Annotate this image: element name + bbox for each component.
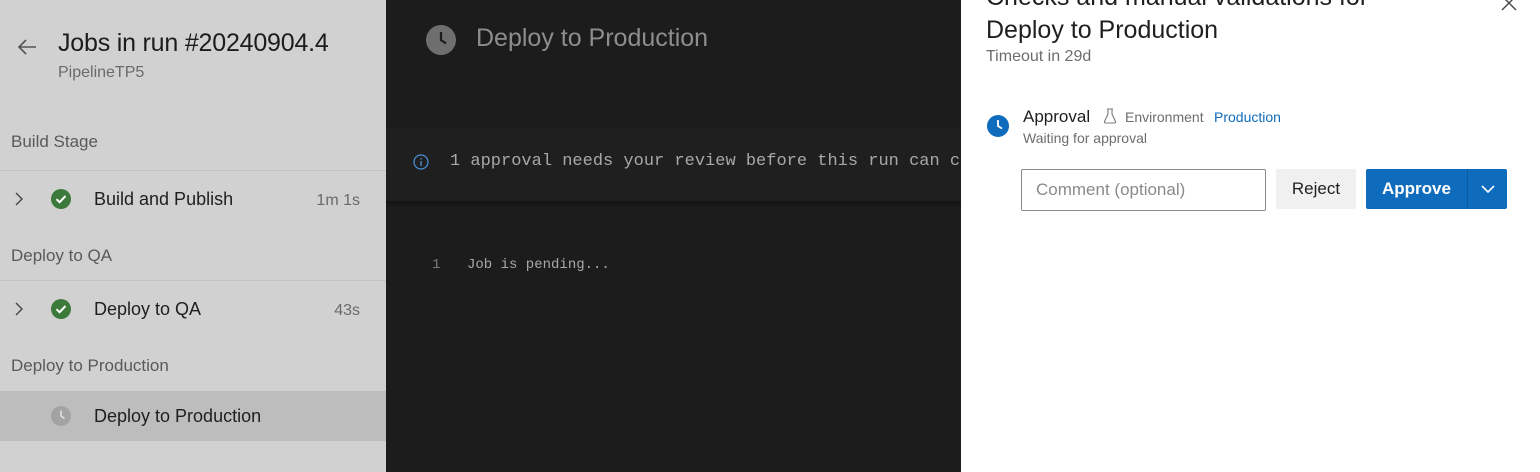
check-name: Approval [1023, 107, 1091, 126]
line-number: 1 [432, 257, 441, 273]
reject-button[interactable]: Reject [1276, 169, 1356, 209]
approval-banner-text: 1 approval needs your review before this… [450, 152, 961, 171]
job-row-deploy-to-production[interactable]: Deploy to Production [0, 391, 386, 441]
pending-clock-icon [51, 406, 71, 426]
job-row-deploy-to-qa[interactable]: Deploy to QA 43s [0, 281, 386, 340]
job-name: Build and Publish [94, 189, 234, 209]
environment-label: Environment [1125, 109, 1204, 125]
approval-banner: 1 approval needs your review before this… [386, 128, 961, 202]
chevron-right-icon[interactable] [12, 191, 26, 207]
comment-input[interactable] [1021, 169, 1266, 211]
job-name: Deploy to Production [94, 406, 262, 426]
chevron-right-icon[interactable] [12, 301, 26, 317]
log-view: Deploy to Production 1 approval needs yo… [386, 0, 961, 472]
success-check-icon [51, 299, 71, 319]
stage-header-qa: Deploy to QA [0, 230, 386, 281]
approval-panel: Checks and manual validations for Deploy… [961, 0, 1540, 472]
log-header: Deploy to Production [386, 0, 961, 128]
line-text: Job is pending... [467, 257, 610, 273]
run-title: Jobs in run #20240904.4 [58, 29, 329, 57]
log-title: Deploy to Production [476, 24, 709, 52]
timeout-text: Timeout in 29d [986, 48, 1092, 65]
job-duration: 1m 1s [316, 192, 360, 209]
job-row-build-and-publish[interactable]: Build and Publish 1m 1s [0, 171, 386, 230]
pipeline-name: PipelineTP5 [58, 64, 145, 81]
stage-header-build: Build Stage [0, 113, 386, 171]
chevron-down-icon [1481, 185, 1495, 194]
check-status: Waiting for approval [1023, 130, 1147, 146]
panel-title-line-2: Deploy to Production [986, 16, 1219, 44]
environment-link[interactable]: Production [1214, 109, 1281, 125]
back-arrow-icon[interactable] [16, 36, 38, 58]
approve-button[interactable]: Approve [1366, 169, 1467, 209]
job-name: Deploy to QA [94, 299, 202, 319]
environment-icon [1103, 108, 1117, 124]
info-icon [413, 154, 429, 170]
pending-clock-icon [987, 115, 1009, 137]
jobs-panel-header: Jobs in run #20240904.4 PipelineTP5 [0, 0, 386, 113]
stage-header-production: Deploy to Production [11, 356, 169, 375]
panel-title: Checks and manual validations for Deploy… [986, 0, 1368, 47]
success-check-icon [51, 189, 71, 209]
pending-clock-icon [426, 25, 456, 55]
approve-options-button[interactable] [1467, 169, 1507, 209]
jobs-panel: Jobs in run #20240904.4 PipelineTP5 Buil… [0, 0, 386, 472]
close-icon[interactable] [1500, 0, 1518, 12]
job-duration: 43s [334, 302, 360, 319]
panel-title-line-1: Checks and manual validations for [986, 0, 1368, 14]
